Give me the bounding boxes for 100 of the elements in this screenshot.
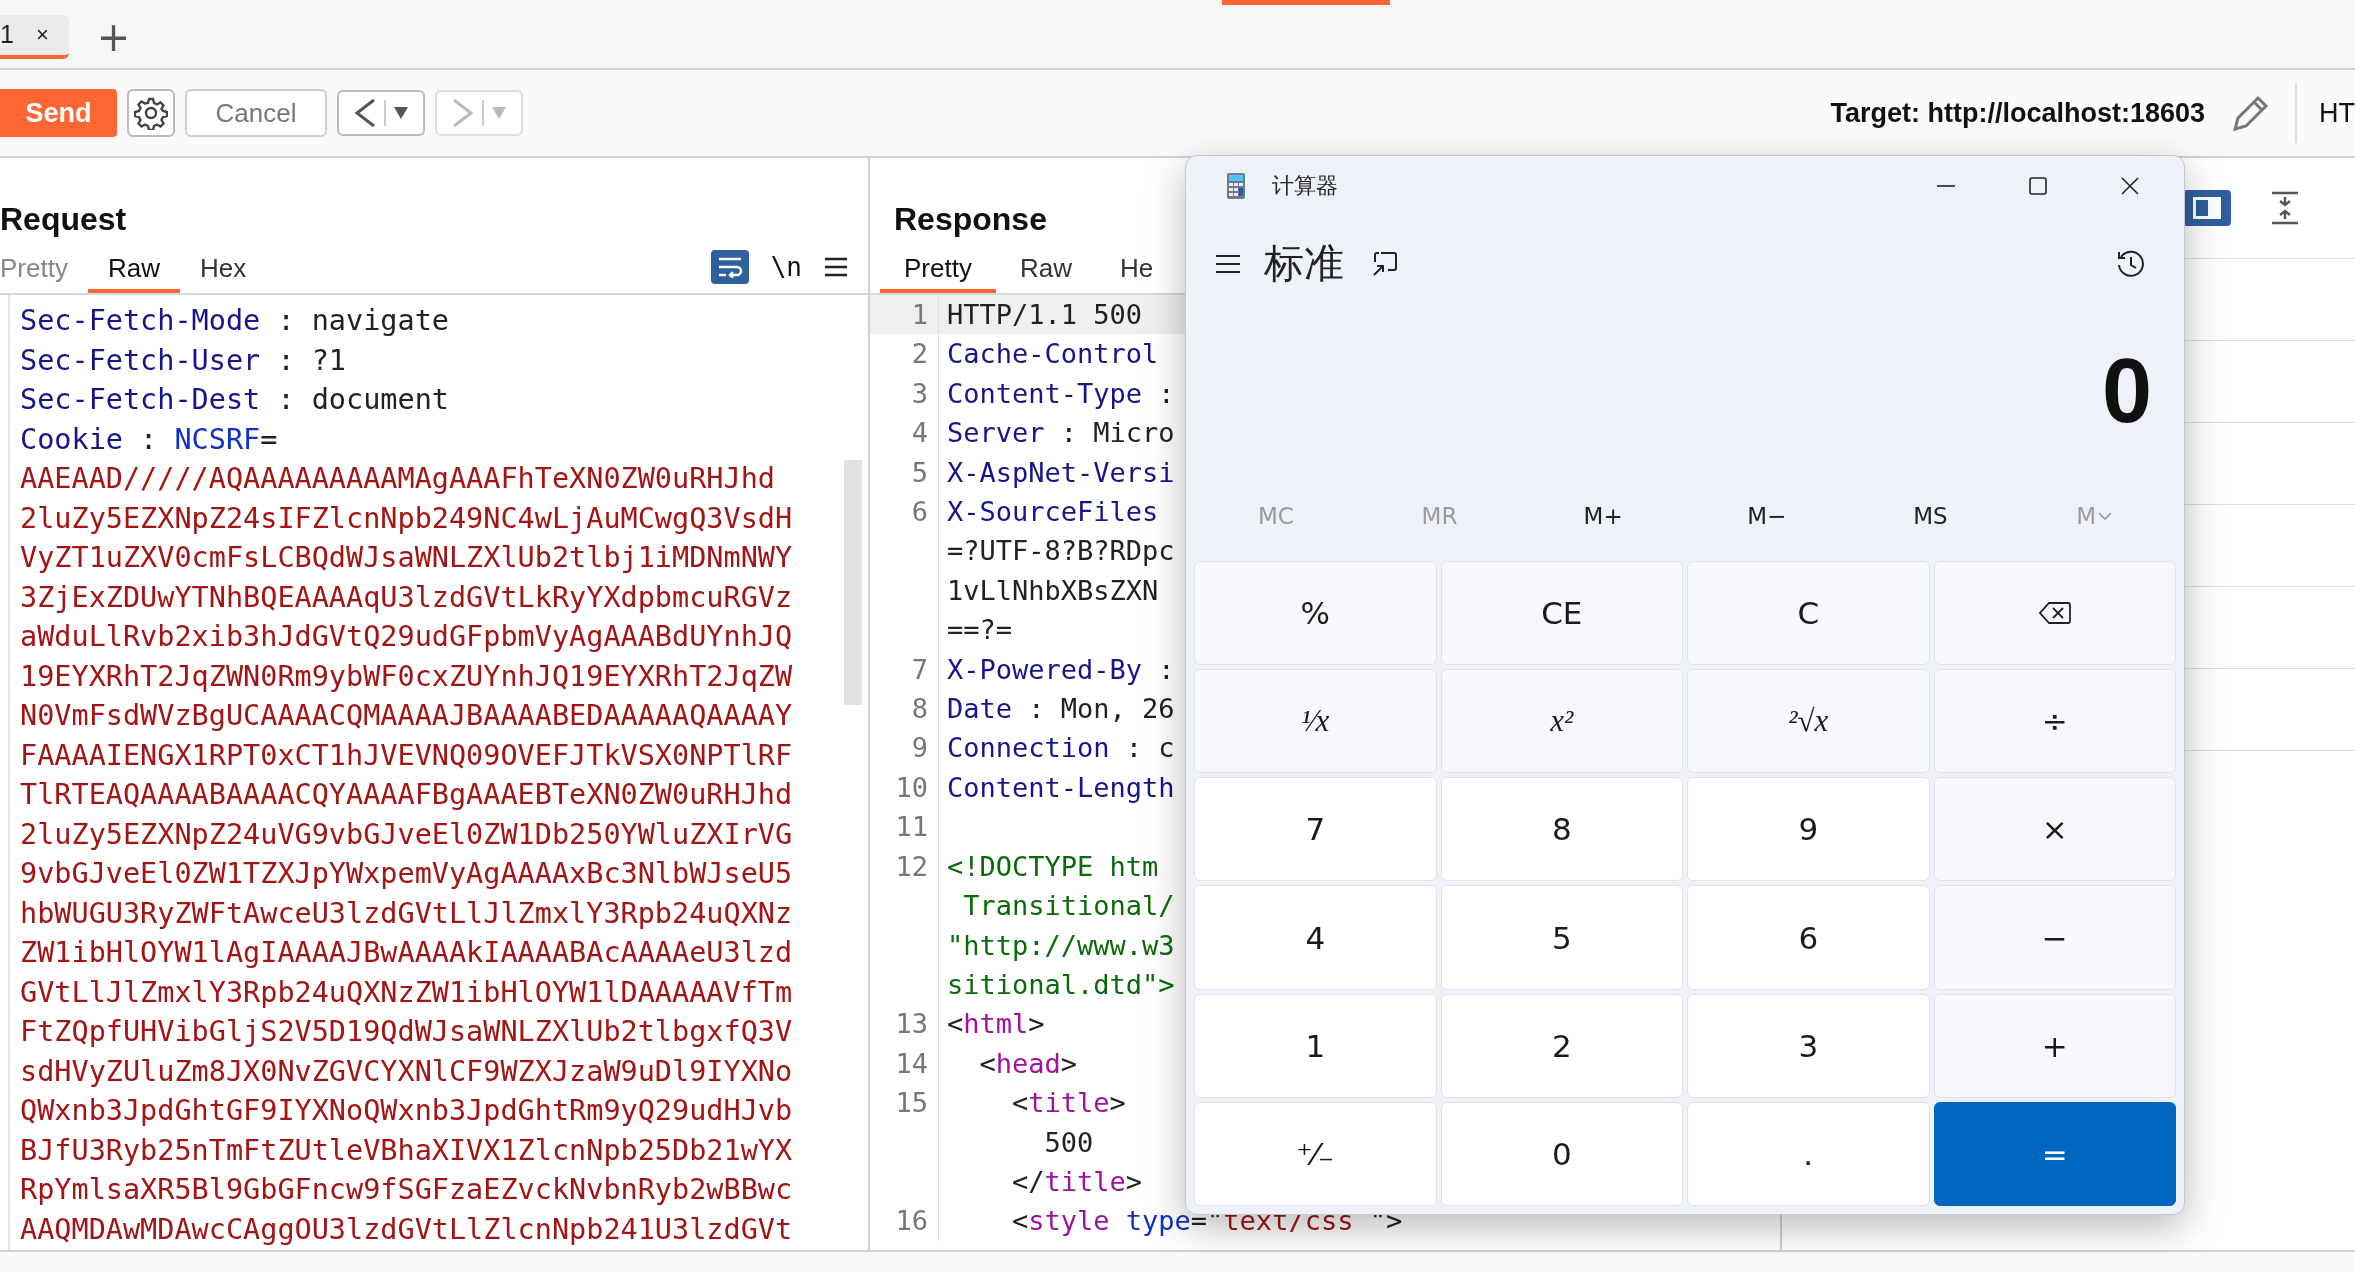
calculator-key[interactable]: 7 <box>1194 777 1437 882</box>
calculator-key[interactable]: 3 <box>1687 993 1930 1098</box>
backspace-icon <box>2038 601 2071 626</box>
caret-icon <box>394 107 408 119</box>
chevron-right-icon <box>452 98 474 128</box>
code-line: "http://www.w3 <box>947 928 1175 963</box>
calculator-key[interactable]: × <box>1933 777 2176 882</box>
code-line: 2luZy5EZXNpZ24sIFZlcnNpb249NC4wLjAuMCwgQ3VsdH <box>20 500 794 537</box>
calculator-key[interactable]: 2 <box>1440 993 1683 1098</box>
line-number: 12 <box>870 846 939 887</box>
line-number: 1 <box>870 295 939 335</box>
calculator-key[interactable]: + <box>1933 993 2176 1098</box>
calculator-key[interactable]: 4 <box>1194 885 1437 990</box>
calculator-key[interactable]: CE <box>1440 561 1683 666</box>
code-line: RpYmlsaXR5Bl9GbGFncw9fSGFzaEZvckNvbnRyb2wBBwc <box>20 1172 794 1208</box>
code-line: 2luZy5EZXNpZ24uVG9vbGJveEl0ZW1Db250YWluZXIrVG <box>20 816 794 853</box>
code-line: 9vbGJveEl0ZW1TZXJpYWxpemVyAgAAAAxBc3NlbWJseU5 <box>20 856 794 892</box>
memory-button[interactable]: M− <box>1747 495 1787 537</box>
calculator-key[interactable]: % <box>1194 561 1437 666</box>
line-number: 11 <box>870 807 939 847</box>
keep-on-top-button[interactable] <box>1372 250 1398 277</box>
calculator-key[interactable]: ÷ <box>1933 669 2176 774</box>
calculator-key[interactable]: 8 <box>1440 777 1683 882</box>
request-tab[interactable]: 1 × <box>0 14 69 59</box>
pencil-icon[interactable] <box>2231 93 2271 133</box>
chevron-down-icon <box>2098 511 2113 521</box>
code-line: 1vLlNhbXBsZXN <box>947 573 1159 608</box>
calculator-key[interactable]: 6 <box>1687 885 1930 990</box>
menu-icon <box>824 256 848 277</box>
new-tab-button[interactable]: + <box>90 13 137 60</box>
settings-icon[interactable] <box>134 96 168 130</box>
close-icon[interactable]: × <box>35 21 49 48</box>
line-number: 7 <box>870 649 939 690</box>
calculator-key[interactable]: = <box>1933 1101 2176 1206</box>
code-line: BJfU3Ryb25nTmFtZUtleVBhaXIVX1ZlcnNpb25Db21wYX <box>20 1132 794 1169</box>
line-number: 2 <box>870 334 939 374</box>
settings-button[interactable] <box>127 89 175 137</box>
memory-button[interactable]: M+ <box>1583 495 1623 537</box>
cancel-button[interactable]: Cancel <box>185 89 327 137</box>
line-number: 3 <box>870 373 939 414</box>
code-line: AAEAAD/////AQAAAAAAAAAMAgAAAFhTeXN0ZW0uRHJhd <box>20 461 776 497</box>
code-line: FAAAAIENGX1RPT0xCT1hJVEVNQ09OVEFJTkVSX0NPTlRF <box>20 737 794 774</box>
calculator-key[interactable]: 5 <box>1440 885 1683 990</box>
mode-title: 标准 <box>1264 239 1344 288</box>
line-number: 10 <box>870 767 939 808</box>
calculator-key[interactable]: 9 <box>1687 777 1930 882</box>
window-title: 计算器 <box>1272 172 1338 200</box>
wrap-toggle[interactable] <box>710 249 749 284</box>
calculator-key[interactable]: 1 <box>1194 993 1437 1098</box>
menu-button[interactable] <box>824 256 848 277</box>
calculator-icon <box>1226 172 1246 200</box>
code-line: <title> <box>1011 1086 1126 1121</box>
view-tab[interactable]: Hex <box>179 240 267 293</box>
code-line: Date : Mon, 26 <box>947 692 1175 727</box>
calculator-key[interactable]: ²√x <box>1687 669 1930 774</box>
menu-button[interactable] <box>1216 254 1240 273</box>
line-number: 13 <box>870 1004 939 1044</box>
close-icon <box>2121 177 2139 195</box>
tab-label[interactable]: 1 <box>0 20 14 49</box>
calculator-key[interactable]: ⁺⁄₋ <box>1194 1101 1437 1206</box>
code-line: X-SourceFiles <box>947 495 1159 530</box>
panel-title: Request <box>0 201 127 238</box>
calculator-key[interactable]: x² <box>1440 669 1683 774</box>
panel-layout-icon <box>2193 197 2221 219</box>
calculator-key[interactable]: 0 <box>1440 1101 1683 1206</box>
calculator-key[interactable]: C <box>1687 561 1930 666</box>
code-line: sdHVyZUluZm8JX0NvZGVCYXNlCF9WZXJzaW9uDl9IYXNo <box>20 1053 794 1090</box>
maximize-icon <box>2029 177 2047 195</box>
line-number: 16 <box>870 1201 939 1241</box>
layout-button[interactable] <box>2183 190 2231 226</box>
code-line: Sec-Fetch-Dest : document <box>20 382 450 418</box>
line-number: 6 <box>870 492 939 532</box>
history-button[interactable] <box>2116 248 2146 279</box>
scrollbar-thumb[interactable] <box>844 460 862 705</box>
panel-title: Response <box>894 201 1047 238</box>
code-line: Cookie : NCSRF= <box>20 421 279 458</box>
menu-icon <box>1216 254 1240 273</box>
protocol-label: HT <box>2319 97 2355 129</box>
calculator-key[interactable]: ¹⁄x <box>1194 669 1437 774</box>
calculator-key[interactable]: − <box>1933 885 2176 990</box>
code-line: FtZQpfUHVibGljS2V5D19QdWJsaWNLZXlUb2tlbgxfQ3V <box>20 1014 794 1050</box>
code-line: sitional.dtd"> <box>947 967 1175 1002</box>
memory-button[interactable]: MS <box>1913 495 1948 537</box>
view-tab[interactable]: Raw <box>87 240 180 293</box>
code-line: <!DOCTYPE htm <box>947 849 1159 884</box>
keep-on-top-icon <box>1372 250 1398 277</box>
view-tab[interactable]: Pretty <box>0 240 88 293</box>
view-tab[interactable]: He <box>1095 240 1178 293</box>
code-line: ==?= <box>947 613 1013 648</box>
wrap-icon <box>716 255 743 278</box>
back-button[interactable] <box>337 90 425 136</box>
newline-toggle[interactable]: \n <box>770 251 802 282</box>
line-number: 4 <box>870 413 939 453</box>
history-icon <box>2116 248 2146 279</box>
code-line: aWduLlRvb2xib3hJdGVtQ29udGFpbmVyAgAAABdUYnhJQ <box>20 619 794 655</box>
view-tab[interactable]: Raw <box>995 240 1096 293</box>
code-line: <head> <box>978 1046 1078 1081</box>
code-line: Cache-Control <box>947 337 1159 372</box>
code-line: hbWUGU3RyZWFtAwceU3lzdGVtLlJlZmxlY3Rpb24uQXNz <box>20 895 794 932</box>
calculator-key[interactable]: . <box>1687 1101 1930 1206</box>
